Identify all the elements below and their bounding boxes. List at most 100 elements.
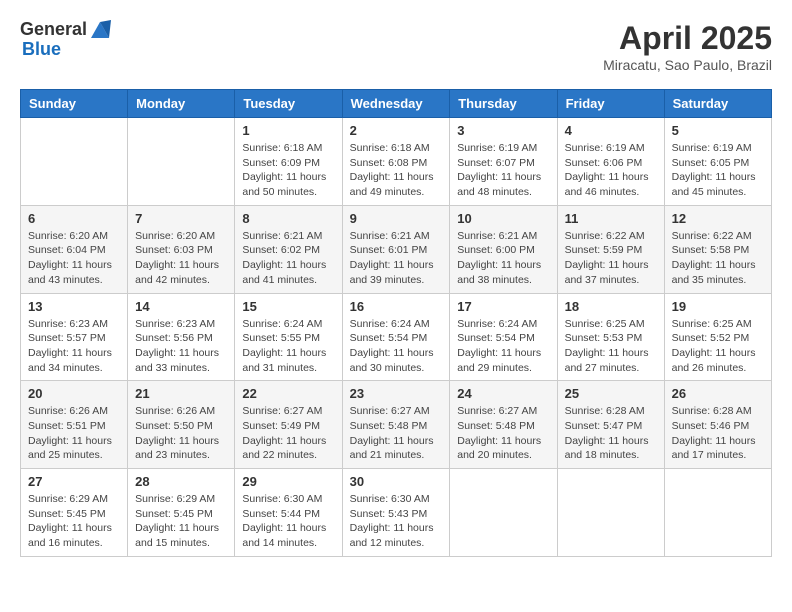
calendar: SundayMondayTuesdayWednesdayThursdayFrid… [20,89,772,557]
day-cell: 7 Sunrise: 6:20 AM Sunset: 6:03 PM Daylig… [128,205,235,293]
day-info: Sunrise: 6:28 AM Sunset: 5:47 PM Dayligh… [565,404,657,463]
day-cell: 18Sunrise: 6:25 AM Sunset: 5:53 PM Dayli… [557,293,664,381]
day-number: 22 [242,386,334,401]
day-number: 14 [135,299,227,314]
day-cell: 12 Sunrise: 6:22 AM Sunset: 5:58 PM Dayli… [664,205,771,293]
day-cell: 8 Sunrise: 6:21 AM Sunset: 6:02 PM Daylig… [235,205,342,293]
weekday-header-friday: Friday [557,90,664,118]
day-cell: 21Sunrise: 6:26 AM Sunset: 5:50 PM Dayli… [128,381,235,469]
weekday-header-row: SundayMondayTuesdayWednesdayThursdayFrid… [21,90,772,118]
title-area: April 2025 Miracatu, Sao Paulo, Brazil [603,20,772,73]
day-info: Sunrise: 6:29 AM Sunset: 5:45 PM Dayligh… [135,492,227,551]
day-info: Sunrise: 6:25 AM Sunset: 5:53 PM Dayligh… [565,317,657,376]
day-cell: 11 Sunrise: 6:22 AM Sunset: 5:59 PM Dayli… [557,205,664,293]
day-cell: 27 Sunrise: 6:29 AM Sunset: 5:45 PM Dayli… [21,469,128,557]
day-number: 10 [457,211,549,226]
day-number: 1 [242,123,334,138]
day-number: 3 [457,123,549,138]
day-cell: 5 Sunrise: 6:19 AM Sunset: 6:05 PM Daylig… [664,118,771,206]
week-row-3: 20Sunrise: 6:26 AM Sunset: 5:51 PM Dayli… [21,381,772,469]
day-number: 17 [457,299,549,314]
day-info: Sunrise: 6:22 AM Sunset: 5:59 PM Dayligh… [565,229,657,288]
day-number: 12 [672,211,764,226]
day-cell: 13 Sunrise: 6:23 AM Sunset: 5:57 PM Dayli… [21,293,128,381]
day-cell [557,469,664,557]
day-info: Sunrise: 6:22 AM Sunset: 5:58 PM Dayligh… [672,229,764,288]
day-number: 30 [350,474,443,489]
day-cell: 30Sunrise: 6:30 AM Sunset: 5:43 PM Dayli… [342,469,450,557]
day-cell [450,469,557,557]
day-cell: 1Sunrise: 6:18 AM Sunset: 6:09 PM Daylig… [235,118,342,206]
day-info: Sunrise: 6:21 AM Sunset: 6:00 PM Dayligh… [457,229,549,288]
location: Miracatu, Sao Paulo, Brazil [603,57,772,73]
day-cell: 22 Sunrise: 6:27 AM Sunset: 5:49 PM Dayli… [235,381,342,469]
day-info: Sunrise: 6:27 AM Sunset: 5:49 PM Dayligh… [242,404,334,463]
weekday-header-saturday: Saturday [664,90,771,118]
day-info: Sunrise: 6:29 AM Sunset: 5:45 PM Dayligh… [28,492,120,551]
day-number: 7 [135,211,227,226]
day-number: 21 [135,386,227,401]
day-number: 27 [28,474,120,489]
day-info: Sunrise: 6:24 AM Sunset: 5:55 PM Dayligh… [242,317,334,376]
day-info: Sunrise: 6:27 AM Sunset: 5:48 PM Dayligh… [457,404,549,463]
day-number: 6 [28,211,120,226]
day-number: 25 [565,386,657,401]
weekday-header-thursday: Thursday [450,90,557,118]
day-cell: 2Sunrise: 6:18 AM Sunset: 6:08 PM Daylig… [342,118,450,206]
day-cell [664,469,771,557]
day-cell: 10 Sunrise: 6:21 AM Sunset: 6:00 PM Dayli… [450,205,557,293]
day-info: Sunrise: 6:21 AM Sunset: 6:01 PM Dayligh… [350,229,443,288]
day-cell: 29 Sunrise: 6:30 AM Sunset: 5:44 PM Dayli… [235,469,342,557]
weekday-header-sunday: Sunday [21,90,128,118]
day-number: 15 [242,299,334,314]
day-number: 24 [457,386,549,401]
day-info: Sunrise: 6:19 AM Sunset: 6:06 PM Dayligh… [565,141,657,200]
day-number: 5 [672,123,764,138]
day-info: Sunrise: 6:20 AM Sunset: 6:03 PM Dayligh… [135,229,227,288]
day-cell: 25 Sunrise: 6:28 AM Sunset: 5:47 PM Dayli… [557,381,664,469]
day-cell: 16 Sunrise: 6:24 AM Sunset: 5:54 PM Dayli… [342,293,450,381]
week-row-1: 6 Sunrise: 6:20 AM Sunset: 6:04 PM Daylig… [21,205,772,293]
day-number: 16 [350,299,443,314]
day-number: 13 [28,299,120,314]
day-info: Sunrise: 6:23 AM Sunset: 5:56 PM Dayligh… [135,317,227,376]
day-cell: 14 Sunrise: 6:23 AM Sunset: 5:56 PM Dayli… [128,293,235,381]
day-info: Sunrise: 6:27 AM Sunset: 5:48 PM Dayligh… [350,404,443,463]
day-info: Sunrise: 6:19 AM Sunset: 6:07 PM Dayligh… [457,141,549,200]
day-info: Sunrise: 6:21 AM Sunset: 6:02 PM Dayligh… [242,229,334,288]
day-cell: 19Sunrise: 6:25 AM Sunset: 5:52 PM Dayli… [664,293,771,381]
day-info: Sunrise: 6:24 AM Sunset: 5:54 PM Dayligh… [350,317,443,376]
day-info: Sunrise: 6:30 AM Sunset: 5:44 PM Dayligh… [242,492,334,551]
day-number: 23 [350,386,443,401]
weekday-header-wednesday: Wednesday [342,90,450,118]
day-number: 28 [135,474,227,489]
week-row-2: 13 Sunrise: 6:23 AM Sunset: 5:57 PM Dayli… [21,293,772,381]
day-cell: 6 Sunrise: 6:20 AM Sunset: 6:04 PM Daylig… [21,205,128,293]
day-info: Sunrise: 6:23 AM Sunset: 5:57 PM Dayligh… [28,317,120,376]
day-number: 4 [565,123,657,138]
weekday-header-monday: Monday [128,90,235,118]
weekday-header-tuesday: Tuesday [235,90,342,118]
day-cell: 23 Sunrise: 6:27 AM Sunset: 5:48 PM Dayli… [342,381,450,469]
day-number: 11 [565,211,657,226]
logo-blue-text: Blue [22,40,111,60]
month-title: April 2025 [603,20,772,57]
logo: General Blue [20,20,111,60]
day-cell: 28 Sunrise: 6:29 AM Sunset: 5:45 PM Dayli… [128,469,235,557]
day-number: 20 [28,386,120,401]
day-cell: 17 Sunrise: 6:24 AM Sunset: 5:54 PM Dayli… [450,293,557,381]
day-number: 2 [350,123,443,138]
day-cell: 24 Sunrise: 6:27 AM Sunset: 5:48 PM Dayli… [450,381,557,469]
day-cell [21,118,128,206]
day-number: 26 [672,386,764,401]
day-cell: 9 Sunrise: 6:21 AM Sunset: 6:01 PM Daylig… [342,205,450,293]
day-cell: 3 Sunrise: 6:19 AM Sunset: 6:07 PM Daylig… [450,118,557,206]
day-info: Sunrise: 6:19 AM Sunset: 6:05 PM Dayligh… [672,141,764,200]
day-info: Sunrise: 6:20 AM Sunset: 6:04 PM Dayligh… [28,229,120,288]
day-info: Sunrise: 6:24 AM Sunset: 5:54 PM Dayligh… [457,317,549,376]
header: General Blue April 2025 Miracatu, Sao Pa… [20,20,772,73]
day-number: 9 [350,211,443,226]
day-cell [128,118,235,206]
day-number: 8 [242,211,334,226]
day-number: 29 [242,474,334,489]
